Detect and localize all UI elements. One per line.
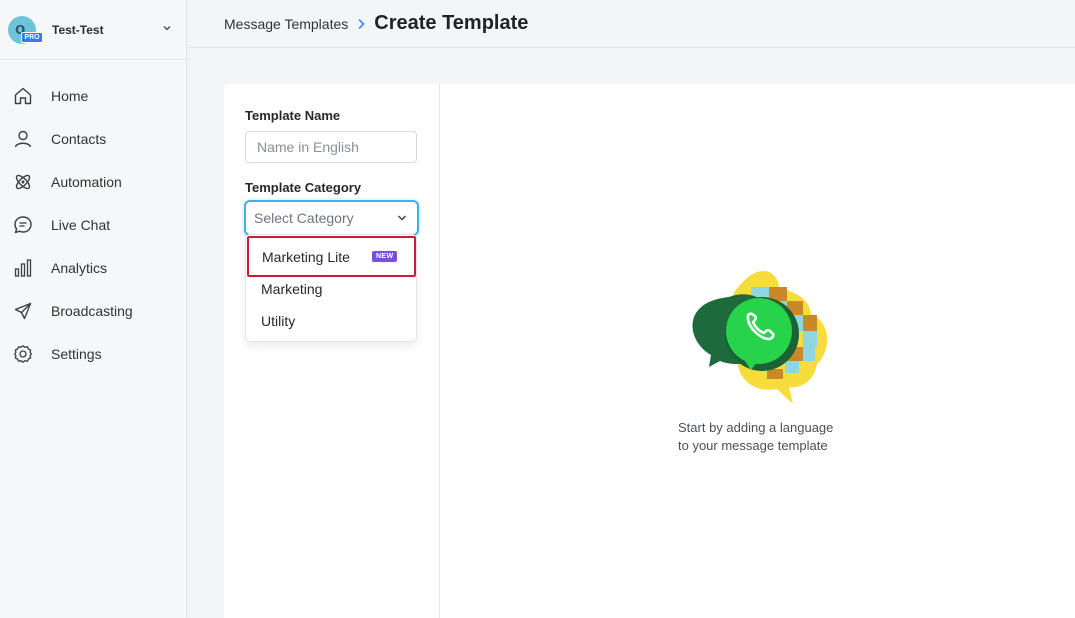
workspace-avatar: o PRO bbox=[8, 15, 43, 44]
option-label: Marketing Lite bbox=[262, 248, 350, 265]
sidebar-nav: Home Contacts Automation Live Chat Analy… bbox=[0, 74, 187, 375]
template-name-label: Template Name bbox=[245, 108, 341, 123]
sidebar-item-contacts[interactable]: Contacts bbox=[0, 117, 187, 160]
workspace-switcher[interactable]: o PRO Test-Test bbox=[0, 0, 187, 60]
whatsapp-chat-illustration bbox=[692, 270, 828, 404]
page-title: Create Template bbox=[374, 12, 529, 34]
template-name-input[interactable] bbox=[245, 131, 417, 163]
sidebar-item-label: Automation bbox=[51, 173, 122, 190]
page-header: Message Templates Create Template bbox=[188, 0, 1075, 48]
sidebar-item-analytics[interactable]: Analytics bbox=[0, 246, 187, 289]
sidebar-item-label: Settings bbox=[51, 345, 102, 362]
sidebar-item-broadcasting[interactable]: Broadcasting bbox=[0, 289, 187, 332]
empty-state-message: Start by adding a language to your messa… bbox=[678, 419, 833, 455]
chat-icon bbox=[12, 214, 34, 236]
send-icon bbox=[12, 300, 34, 322]
category-select[interactable]: Select Category bbox=[244, 200, 419, 236]
atom-icon bbox=[12, 171, 34, 193]
sidebar-item-label: Live Chat bbox=[51, 216, 111, 233]
category-option-marketing-lite[interactable]: Marketing Lite NEW bbox=[247, 236, 416, 277]
gear-icon bbox=[12, 343, 34, 365]
sidebar-item-automation[interactable]: Automation bbox=[0, 160, 187, 203]
option-label: Marketing bbox=[261, 281, 323, 297]
breadcrumb-message-templates[interactable]: Message Templates bbox=[224, 16, 348, 32]
sidebar-item-label: Broadcasting bbox=[51, 302, 133, 319]
template-category-label: Template Category bbox=[245, 180, 362, 195]
option-label: Utility bbox=[261, 313, 296, 329]
home-icon bbox=[12, 85, 34, 107]
empty-state-line-1: Start by adding a language bbox=[678, 420, 834, 435]
sidebar: o PRO Test-Test Home Contacts Automation bbox=[0, 0, 187, 618]
new-badge: NEW bbox=[371, 251, 398, 262]
sidebar-item-label: Contacts bbox=[51, 130, 107, 147]
chevron-down-icon bbox=[398, 215, 406, 221]
empty-state-line-2: to your message template bbox=[678, 438, 828, 453]
user-icon bbox=[12, 128, 34, 150]
template-form-panel: Template Name Template Category Select C… bbox=[224, 84, 440, 618]
sidebar-item-settings[interactable]: Settings bbox=[0, 332, 187, 375]
pro-badge: PRO bbox=[21, 31, 43, 43]
chevron-right-icon bbox=[358, 18, 365, 29]
category-dropdown: Marketing Lite NEW Marketing Utility bbox=[245, 234, 417, 342]
sidebar-item-label: Analytics bbox=[51, 259, 108, 276]
sidebar-item-live-chat[interactable]: Live Chat bbox=[0, 203, 187, 246]
sidebar-item-label: Home bbox=[51, 87, 89, 104]
category-option-marketing[interactable]: Marketing bbox=[246, 273, 418, 305]
bar-chart-icon bbox=[12, 257, 34, 279]
sidebar-item-home[interactable]: Home bbox=[0, 74, 187, 117]
category-option-utility[interactable]: Utility bbox=[246, 305, 418, 337]
workspace-name: Test-Test bbox=[52, 22, 104, 37]
category-select-placeholder: Select Category bbox=[254, 210, 354, 226]
template-editor-card: Template Name Template Category Select C… bbox=[224, 84, 1075, 618]
chevron-down-icon[interactable] bbox=[162, 23, 172, 33]
